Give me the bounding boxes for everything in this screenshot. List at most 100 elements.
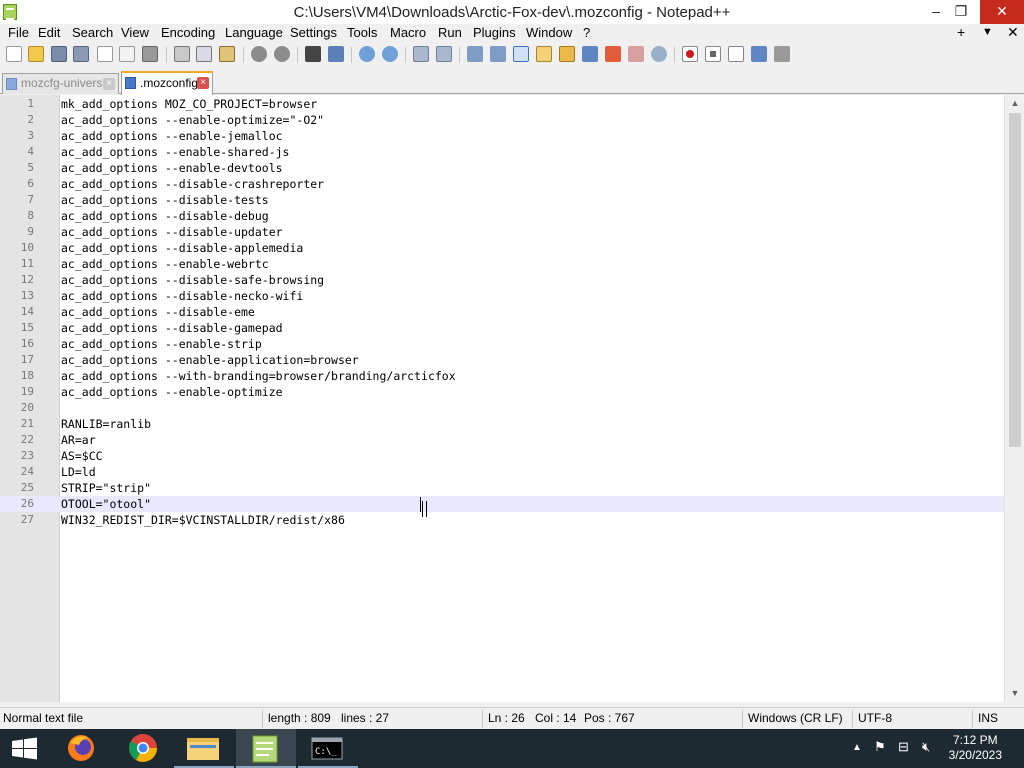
menu-plugins[interactable]: Plugins xyxy=(473,25,516,40)
user-language-icon[interactable] xyxy=(536,46,552,62)
editor-line[interactable]: 17 ac_add_options --enable-application=br… xyxy=(0,352,1004,368)
action-center-flag-icon[interactable]: ⚑ xyxy=(874,739,886,755)
tab-close-icon[interactable]: × xyxy=(197,77,209,89)
menu-language[interactable]: Language xyxy=(225,25,283,40)
editor-line[interactable]: 22 AR=ar xyxy=(0,432,1004,448)
editor-line[interactable]: 11 ac_add_options --enable-webrtc xyxy=(0,256,1004,272)
record-macro-icon[interactable] xyxy=(682,46,698,62)
menu-edit[interactable]: Edit xyxy=(38,25,60,40)
zoom-in-icon[interactable] xyxy=(359,46,375,62)
replace-icon[interactable] xyxy=(328,46,344,62)
taskbar-chrome[interactable] xyxy=(113,729,173,768)
scroll-up-icon[interactable]: ▲ xyxy=(1005,95,1024,112)
open-file-icon[interactable] xyxy=(28,46,44,62)
folder-workspace-icon[interactable] xyxy=(605,46,621,62)
sync-vertical-icon[interactable] xyxy=(413,46,429,62)
editor-line[interactable]: 12 ac_add_options --disable-safe-browsing xyxy=(0,272,1004,288)
scroll-down-icon[interactable]: ▼ xyxy=(1005,685,1024,702)
editor-line[interactable]: 16 ac_add_options --enable-strip xyxy=(0,336,1004,352)
menu-search[interactable]: Search xyxy=(72,25,113,40)
vertical-scrollbar[interactable]: ▲ ▼ xyxy=(1004,95,1024,702)
editor-line[interactable]: 21 RANLIB=ranlib xyxy=(0,416,1004,432)
tab-list-icon[interactable]: ▼ xyxy=(982,26,993,38)
network-icon[interactable]: ⊟ xyxy=(898,739,909,755)
editor-line[interactable]: 15 ac_add_options --disable-gamepad xyxy=(0,320,1004,336)
editor-line[interactable]: 23 AS=$CC xyxy=(0,448,1004,464)
save-all-icon[interactable] xyxy=(73,46,89,62)
editor-line[interactable]: 26 OTOOL="otool" xyxy=(0,496,1004,512)
tab-close-icon[interactable]: × xyxy=(103,78,115,90)
editor-line[interactable]: 9 ac_add_options --disable-updater xyxy=(0,224,1004,240)
menu-macro[interactable]: Macro xyxy=(390,25,426,40)
tab-mozcfg-universal[interactable]: mozcfg-universal × xyxy=(2,73,119,94)
save-macro-icon[interactable] xyxy=(774,46,790,62)
sync-horizontal-icon[interactable] xyxy=(436,46,452,62)
new-file-icon[interactable] xyxy=(6,46,22,62)
close-file-icon[interactable] xyxy=(97,46,113,62)
editor-line[interactable]: 19 ac_add_options --enable-optimize xyxy=(0,384,1004,400)
editor-line[interactable]: 4 ac_add_options --enable-shared-js xyxy=(0,144,1004,160)
system-clock[interactable]: 7:12 PM 3/20/2023 xyxy=(949,733,1002,763)
menu-view[interactable]: View xyxy=(121,25,149,40)
editor-line[interactable]: 2 ac_add_options --enable-optimize="-O2" xyxy=(0,112,1004,128)
start-button[interactable] xyxy=(0,729,60,768)
menu-settings[interactable]: Settings xyxy=(290,25,337,40)
editor-line[interactable]: 24 LD=ld xyxy=(0,464,1004,480)
volume-muted-icon[interactable]: 🔇︎ xyxy=(922,739,930,755)
editor-line[interactable]: 14 ac_add_options --disable-eme xyxy=(0,304,1004,320)
find-icon[interactable] xyxy=(305,46,321,62)
close-document-icon[interactable]: ✕ xyxy=(1007,24,1019,41)
print-icon[interactable] xyxy=(142,46,158,62)
taskbar-file-explorer[interactable] xyxy=(174,729,234,768)
editor-line[interactable]: 5 ac_add_options --enable-devtools xyxy=(0,160,1004,176)
menu-run[interactable]: Run xyxy=(438,25,462,40)
scrollbar-thumb[interactable] xyxy=(1009,113,1021,447)
new-tab-icon[interactable]: + xyxy=(957,24,965,40)
editor-line[interactable]: 3 ac_add_options --enable-jemalloc xyxy=(0,128,1004,144)
restore-button[interactable]: ❐ xyxy=(946,0,976,24)
editor-line[interactable]: 18 ac_add_options --with-branding=browser… xyxy=(0,368,1004,384)
save-icon[interactable] xyxy=(51,46,67,62)
taskbar-firefox[interactable] xyxy=(53,729,113,768)
word-wrap-icon[interactable] xyxy=(467,46,483,62)
menu-window[interactable]: Window xyxy=(526,25,572,40)
editor-line[interactable]: 13 ac_add_options --disable-necko-wifi xyxy=(0,288,1004,304)
indent-guide-icon[interactable] xyxy=(513,46,529,62)
menu-encoding[interactable]: Encoding xyxy=(161,25,215,40)
menu-file[interactable]: File xyxy=(8,25,29,40)
zoom-out-icon[interactable] xyxy=(382,46,398,62)
taskbar-notepadpp[interactable] xyxy=(236,729,296,768)
editor-line[interactable]: 7 ac_add_options --disable-tests xyxy=(0,192,1004,208)
editor-line[interactable]: 6 ac_add_options --disable-crashreporter xyxy=(0,176,1004,192)
function-list-icon[interactable] xyxy=(582,46,598,62)
close-all-icon[interactable] xyxy=(119,46,135,62)
stop-macro-icon[interactable] xyxy=(705,46,721,62)
close-window-button[interactable]: ✕ xyxy=(980,0,1024,24)
play-macro-icon[interactable] xyxy=(728,46,744,62)
taskbar-cmd[interactable]: C:\_ xyxy=(298,729,358,768)
redo-icon[interactable] xyxy=(274,46,290,62)
monitoring-icon[interactable] xyxy=(628,46,644,62)
encoding-status[interactable]: UTF-8 xyxy=(858,711,892,725)
show-all-characters-icon[interactable] xyxy=(490,46,506,62)
run-macro-multiple-icon[interactable] xyxy=(751,46,767,62)
undo-icon[interactable] xyxy=(251,46,267,62)
tab-mozconfig[interactable]: .mozconfig × xyxy=(121,71,213,95)
editor-line[interactable]: 8 ac_add_options --disable-debug xyxy=(0,208,1004,224)
show-hidden-icons-icon[interactable]: ▲ xyxy=(852,742,862,753)
firefox-icon xyxy=(68,735,94,761)
editor-line[interactable]: 20 xyxy=(0,400,1004,416)
editor-line[interactable]: 10 ac_add_options --disable-applemedia xyxy=(0,240,1004,256)
editor-line[interactable]: 27 WIN32_REDIST_DIR=$VCINSTALLDIR/redist/… xyxy=(0,512,1004,528)
copy-icon[interactable] xyxy=(196,46,212,62)
eye-icon[interactable] xyxy=(651,46,667,62)
document-map-icon[interactable] xyxy=(559,46,575,62)
menu-tools[interactable]: Tools xyxy=(347,25,377,40)
editor-line[interactable]: 25 STRIP="strip" xyxy=(0,480,1004,496)
paste-icon[interactable] xyxy=(219,46,235,62)
eol-status[interactable]: Windows (CR LF) xyxy=(748,711,843,725)
editor-line[interactable]: 1 mk_add_options MOZ_CO_PROJECT=browser xyxy=(0,96,1004,112)
editor-area[interactable]: 1 mk_add_options MOZ_CO_PROJECT=browser 2 a… xyxy=(0,95,1024,702)
menu-help[interactable]: ? xyxy=(583,25,590,40)
cut-icon[interactable] xyxy=(174,46,190,62)
